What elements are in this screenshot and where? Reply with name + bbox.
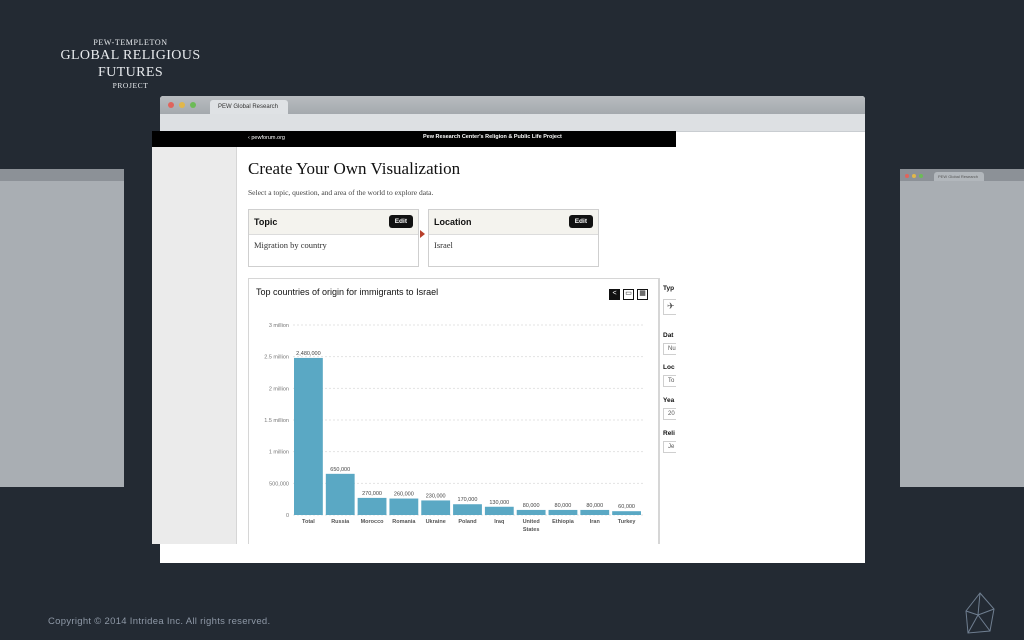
minimize-dot-icon <box>912 174 916 178</box>
bar <box>453 504 482 515</box>
x-tick-label: Romania <box>392 519 416 525</box>
y-tick-label: 3 million <box>269 323 289 329</box>
x-tick-label: Russia <box>331 519 350 525</box>
browser-toolbar <box>160 114 865 132</box>
x-tick-label: Iraq <box>494 519 504 525</box>
x-tick-label: Total <box>302 519 315 525</box>
location-label: Location <box>434 217 472 227</box>
location-header: Location Edit <box>429 210 598 235</box>
y-tick-label: 2.5 million <box>264 355 289 361</box>
type-label: Typ <box>663 285 675 292</box>
religion-select[interactable]: Je <box>663 441 676 453</box>
website-content: ‹ pewforum.org Pew Research Center's Rel… <box>152 131 676 544</box>
data-label: 80,000 <box>555 503 572 509</box>
religion-label: Reli <box>663 430 675 437</box>
data-label: 230,000 <box>426 493 446 499</box>
data-label: 2,480,000 <box>296 351 320 357</box>
bar <box>484 506 514 515</box>
map-type-icon[interactable]: ✈ <box>663 299 676 315</box>
y-tick-label: 1 million <box>269 450 289 456</box>
browser-tab[interactable]: PEW Global Research <box>210 100 288 114</box>
location-edit-button[interactable]: Edit <box>568 215 593 228</box>
close-dot-icon[interactable] <box>168 102 174 108</box>
y-tick-label: 500,000 <box>269 481 289 487</box>
brand-line-3: PROJECT <box>112 81 149 90</box>
x-tick-label: Morocco <box>361 519 385 525</box>
panel-divider <box>658 279 659 544</box>
bar <box>325 473 355 515</box>
page-title: Create Your Own Visualization <box>248 159 461 178</box>
bar <box>516 509 546 515</box>
topic-label: Topic <box>254 217 278 227</box>
location-selector: Location Edit Israel <box>428 209 599 267</box>
brand-line-2: GLOBAL RELIGIOUS FUTURES <box>60 48 201 80</box>
location-select[interactable]: To <box>663 375 676 387</box>
site-header-title: Pew Research Center's Religion & Public … <box>423 134 562 140</box>
data-label: 650,000 <box>330 467 350 473</box>
maximize-dot-icon[interactable] <box>190 102 196 108</box>
topic-value: Migration by country <box>254 240 327 250</box>
brand-logo-text: PEW-TEMPLETON GLOBAL RELIGIOUS FUTURES P… <box>38 38 223 90</box>
topic-selector: Topic Edit Migration by country <box>248 209 419 267</box>
x-tick-label: Turkey <box>618 519 637 525</box>
bar <box>421 500 451 515</box>
x-tick-label: United <box>523 519 540 525</box>
next-slide-preview[interactable]: PEW Global Research <box>900 169 1024 487</box>
prev-slide-titlebar <box>0 169 124 181</box>
data-label: 80,000 <box>586 503 603 509</box>
chart-panel: Top countries of origin for immigrants t… <box>248 278 660 544</box>
topic-header: Topic Edit <box>249 210 418 235</box>
x-tick-label: Iran <box>590 519 601 525</box>
year-label: Yea <box>663 397 675 404</box>
data-label: 270,000 <box>362 491 382 497</box>
intridea-logo-icon <box>965 592 995 634</box>
minimize-dot-icon[interactable] <box>179 102 185 108</box>
prev-slide-body <box>0 181 124 487</box>
maximize-dot-icon <box>919 174 923 178</box>
data-label: 130,000 <box>489 500 509 506</box>
data-label: 170,000 <box>458 497 478 503</box>
x-tick-label: States <box>523 527 540 533</box>
bar <box>389 498 419 515</box>
location-value: Israel <box>434 240 453 250</box>
location-filter-label: Loc <box>663 364 675 371</box>
data-label: Dat <box>663 332 674 339</box>
x-tick-label: Poland <box>458 519 476 525</box>
bar-chart: 0 500,000 1 million 1.5 million 2 million 2.5… <box>264 323 643 533</box>
prev-slide-preview[interactable] <box>0 169 124 487</box>
site-left-gutter <box>152 147 237 544</box>
pewforum-link[interactable]: ‹ pewforum.org <box>248 135 285 141</box>
data-label: 260,000 <box>394 492 414 498</box>
year-select[interactable]: 20 <box>663 408 676 420</box>
next-slide-body <box>900 181 1024 487</box>
y-tick-label: 0 <box>286 513 289 519</box>
site-header-bar: ‹ pewforum.org Pew Research Center's Rel… <box>152 131 676 147</box>
topic-edit-button[interactable]: Edit <box>388 215 413 228</box>
bar <box>612 511 641 515</box>
bar <box>548 509 578 515</box>
arrow-right-icon <box>420 230 425 238</box>
browser-tabbar: PEW Global Research <box>160 96 865 114</box>
brand-line-1: PEW-TEMPLETON <box>93 38 168 47</box>
close-dot-icon <box>905 174 909 178</box>
x-tick-label: Ukraine <box>426 519 446 525</box>
data-select[interactable]: Nu <box>663 343 676 355</box>
bar <box>294 357 323 515</box>
bar <box>357 497 387 515</box>
data-label: 60,000 <box>618 504 635 510</box>
data-label: 80,000 <box>523 503 540 509</box>
bar <box>580 509 610 515</box>
y-tick-label: 1.5 million <box>264 418 289 424</box>
y-tick-label: 2 million <box>269 386 289 392</box>
x-tick-label: Ethiopia <box>552 519 575 525</box>
page-subtitle: Select a topic, question, and area of th… <box>248 188 434 197</box>
next-slide-tab: PEW Global Research <box>934 172 984 181</box>
copyright-text: Copyright © 2014 Intridea Inc. All right… <box>48 616 271 627</box>
